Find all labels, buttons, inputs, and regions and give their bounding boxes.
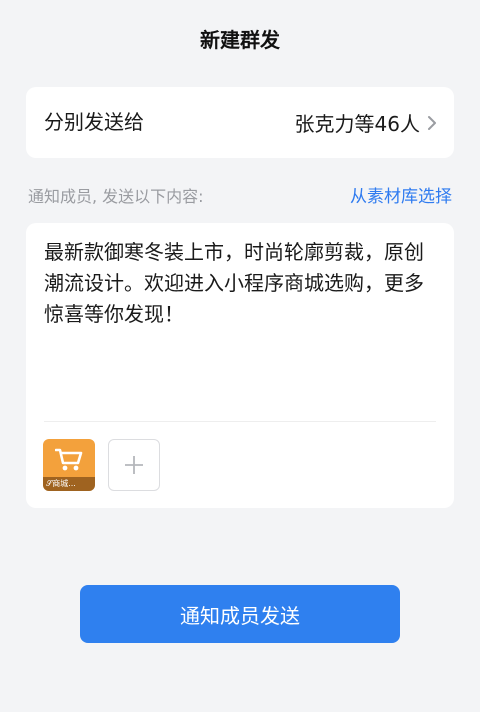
recipient-selector[interactable]: 分别发送给 张克力等46人	[26, 87, 454, 158]
attachment-label-text: 商城...	[52, 479, 76, 488]
section-hint: 通知成员, 发送以下内容:	[28, 187, 204, 206]
mini-program-attachment[interactable]: 𝒮商城...	[43, 439, 95, 491]
message-textarea[interactable]: 最新款御寒冬装上市，时尚轮廓剪裁，原创潮流设计。欢迎进入小程序商城选购，更多惊喜…	[44, 237, 436, 330]
chevron-right-icon	[428, 115, 436, 130]
add-attachment-button[interactable]	[108, 439, 160, 491]
recipient-label: 分别发送给	[44, 110, 144, 134]
page-title: 新建群发	[200, 28, 280, 52]
message-card: 最新款御寒冬装上市，时尚轮廓剪裁，原创潮流设计。欢迎进入小程序商城选购，更多惊喜…	[26, 223, 454, 508]
attachment-label: 𝒮商城...	[43, 477, 95, 491]
send-button[interactable]: 通知成员发送	[80, 585, 400, 643]
plus-icon	[125, 456, 143, 474]
recipient-value: 张克力等46人	[294, 112, 420, 136]
divider	[44, 421, 436, 422]
recipient-value-group[interactable]: 张克力等46人	[295, 87, 438, 158]
choose-from-library-link[interactable]: 从素材库选择	[350, 185, 452, 209]
shopping-cart-icon	[55, 448, 83, 471]
